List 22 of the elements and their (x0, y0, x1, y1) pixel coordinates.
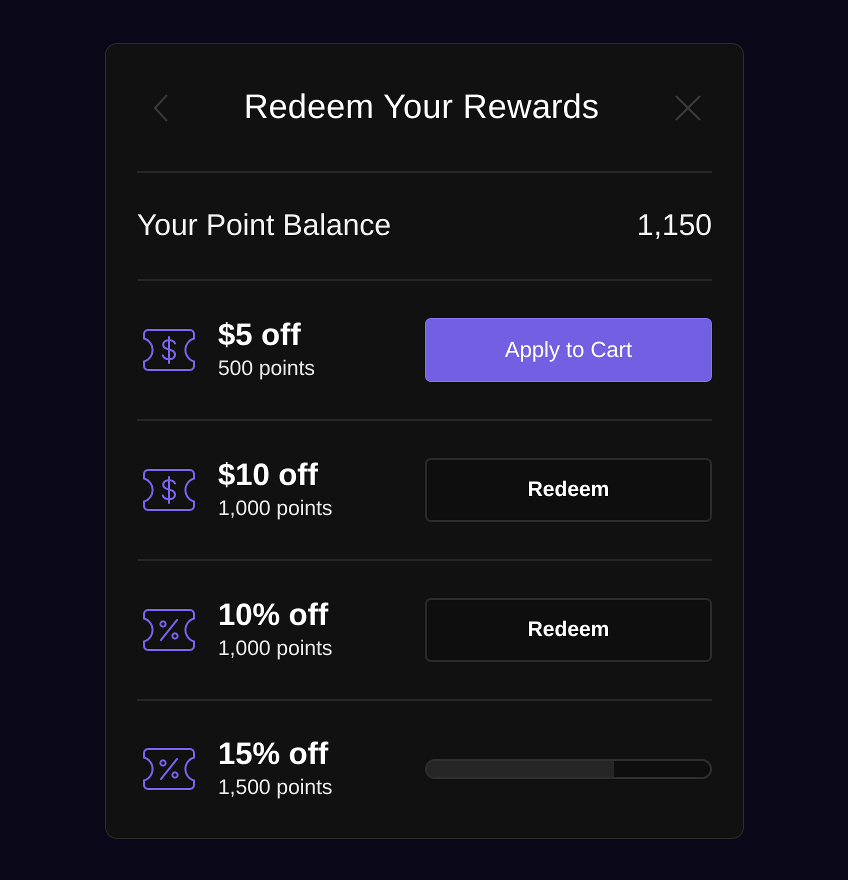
back-button[interactable] (154, 94, 168, 122)
reward-title: $5 off (218, 317, 302, 353)
dialog-title: Redeem Your Rewards (244, 88, 600, 127)
ticket-percent-icon (143, 748, 195, 790)
reward-title: $10 off (218, 457, 319, 493)
reward-points: 1,000 points (218, 636, 334, 662)
reward-points: 500 points (218, 356, 316, 382)
close-button[interactable] (674, 94, 701, 120)
ticket-percent-icon (143, 609, 195, 651)
balance-value: 1,150 (636, 209, 712, 243)
redeem-button[interactable]: Redeem (425, 598, 712, 662)
redeem-button[interactable]: Redeem (425, 458, 712, 522)
apply-to-cart-button[interactable]: Apply to Cart (425, 318, 712, 382)
reward-title: 10% off (218, 597, 330, 633)
reward-points: 1,500 points (218, 775, 334, 801)
ticket-dollar-icon (143, 329, 195, 371)
back-chevron-icon (154, 94, 168, 122)
reward-title: 15% off (218, 736, 330, 772)
reward-points: 1,000 points (218, 496, 334, 522)
close-icon (674, 94, 701, 120)
balance-label: Your Point Balance (137, 209, 392, 243)
ticket-dollar-icon (143, 469, 195, 511)
